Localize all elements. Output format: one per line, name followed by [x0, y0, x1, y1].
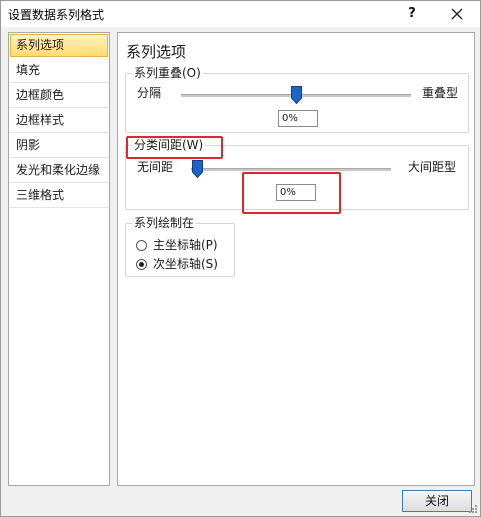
nav-item-border-color[interactable]: 边框颜色 — [9, 83, 109, 108]
plot-on-label: 系列绘制在 — [132, 216, 197, 230]
primary-axis-radio[interactable]: 主坐标轴(P) — [136, 237, 218, 253]
nav-item-label: 边框样式 — [16, 113, 65, 127]
plot-on-group: 系列绘制在 主坐标轴(P) 次坐标轴(S) — [125, 216, 235, 277]
overlap-group: 系列重叠(O) 分隔 重叠型 0% — [125, 66, 469, 133]
resize-grip-icon[interactable] — [468, 504, 478, 514]
overlap-value-input[interactable]: 0% — [278, 110, 318, 127]
help-button[interactable]: ? — [401, 3, 423, 25]
primary-axis-label: 主坐标轴(P) — [153, 238, 218, 252]
nav-item-label: 边框颜色 — [16, 88, 65, 102]
nav-item-label: 系列选项 — [16, 38, 65, 52]
section-title: 系列选项 — [126, 43, 187, 61]
close-icon — [451, 8, 463, 20]
radio-unchecked-icon — [136, 240, 147, 251]
overlap-label: 系列重叠(O) — [132, 66, 203, 80]
nav-item-shadow[interactable]: 阴影 — [9, 133, 109, 158]
nav-item-3d-format[interactable]: 三维格式 — [9, 183, 109, 208]
gap-width-value-highlight — [242, 172, 341, 214]
category-nav: 系列选项 填充 边框颜色 边框样式 阴影 发光和柔化边缘 三维格式 — [8, 32, 110, 486]
title-bar: 设置数据系列格式 ? — [1, 1, 480, 27]
gap-width-right-label: 大间距型 — [408, 160, 457, 174]
options-panel: 系列选项 系列重叠(O) 分隔 重叠型 0% 分类间距(W) 无间距 大间距型 — [117, 32, 475, 486]
gap-width-slider-track[interactable] — [191, 168, 391, 171]
gap-width-slider-thumb[interactable] — [192, 160, 203, 179]
slider-thumb-icon — [291, 86, 302, 105]
overlap-right-label: 重叠型 — [422, 86, 459, 100]
dialog-title: 设置数据系列格式 — [8, 8, 105, 22]
nav-item-glow-soft-edges[interactable]: 发光和柔化边缘 — [9, 158, 109, 183]
overlap-slider-thumb[interactable] — [291, 86, 302, 105]
nav-item-series-options[interactable]: 系列选项 — [10, 34, 108, 57]
radio-checked-icon — [136, 259, 147, 270]
secondary-axis-label: 次坐标轴(S) — [153, 257, 218, 271]
close-window-button[interactable] — [445, 3, 469, 25]
gap-width-left-label: 无间距 — [137, 160, 174, 174]
overlap-left-label: 分隔 — [137, 86, 162, 100]
nav-item-label: 发光和柔化边缘 — [16, 163, 101, 177]
slider-thumb-icon — [192, 160, 203, 179]
close-button[interactable]: 关闭 — [402, 490, 472, 512]
format-data-series-dialog: 设置数据系列格式 ? 系列选项 填充 边框颜色 边框样式 阴影 发光和柔化边缘 — [0, 0, 481, 517]
secondary-axis-radio[interactable]: 次坐标轴(S) — [136, 256, 218, 272]
nav-item-label: 三维格式 — [16, 188, 65, 202]
gap-width-label-highlight — [126, 136, 223, 159]
nav-item-border-style[interactable]: 边框样式 — [9, 108, 109, 133]
nav-item-label: 填充 — [16, 63, 41, 77]
nav-item-fill[interactable]: 填充 — [9, 58, 109, 83]
nav-item-label: 阴影 — [16, 138, 41, 152]
